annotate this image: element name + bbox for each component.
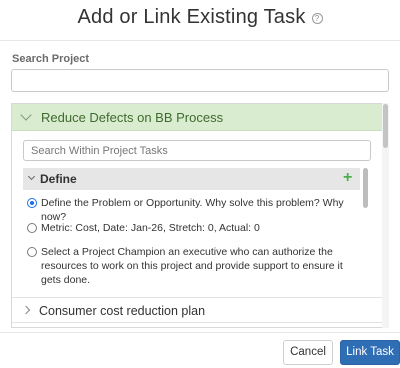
task-item[interactable]: Define the Problem or Opportunity. Why s… [23, 196, 359, 224]
task-label: Metric: Cost, Date: Jan-26, Stretch: 0, … [41, 222, 260, 234]
task-item[interactable]: Select a Project Champion an executive w… [23, 245, 359, 287]
chevron-down-icon[interactable] [27, 172, 36, 181]
add-task-icon[interactable]: + [343, 168, 352, 188]
project-title: Reduce Defects on BB Process [41, 110, 224, 125]
project-tree: Reduce Defects on BB Process Define + De… [11, 103, 386, 328]
task-group-define: Define + Define the Problem or Opportuni… [23, 168, 369, 291]
project-row[interactable]: Consumer cost reduction plan [12, 297, 385, 323]
project-row-title: Consumer cost reduction plan [39, 304, 206, 318]
chevron-right-icon[interactable] [21, 305, 31, 315]
task-radio[interactable] [27, 223, 37, 233]
search-project-input[interactable] [11, 69, 389, 92]
task-radio-selected[interactable] [27, 198, 37, 208]
task-group-header[interactable]: Define + [23, 168, 360, 190]
dialog-title-text: Add or Link Existing Task [77, 6, 306, 28]
project-task-search-input[interactable] [23, 140, 371, 161]
tree-scrollbar-thumb[interactable] [383, 104, 388, 148]
task-label: Select a Project Champion an executive w… [41, 246, 343, 286]
footer-divider [0, 332, 400, 333]
task-radio[interactable] [27, 247, 37, 257]
header-divider [0, 40, 400, 41]
dialog-title: Add or Link Existing Task? [0, 6, 400, 29]
task-label: Define the Problem or Opportunity. Why s… [41, 197, 344, 223]
chevron-down-icon[interactable] [20, 109, 32, 121]
link-task-button[interactable]: Link Task [340, 340, 400, 365]
task-group-title: Define [40, 172, 77, 186]
cancel-button[interactable]: Cancel [283, 340, 333, 365]
search-project-label: Search Project [12, 53, 90, 65]
task-item[interactable]: Metric: Cost, Date: Jan-26, Stretch: 0, … [23, 221, 359, 235]
task-list-scrollbar[interactable] [363, 168, 368, 208]
help-icon[interactable]: ? [311, 13, 323, 24]
project-header[interactable]: Reduce Defects on BB Process [12, 104, 385, 131]
